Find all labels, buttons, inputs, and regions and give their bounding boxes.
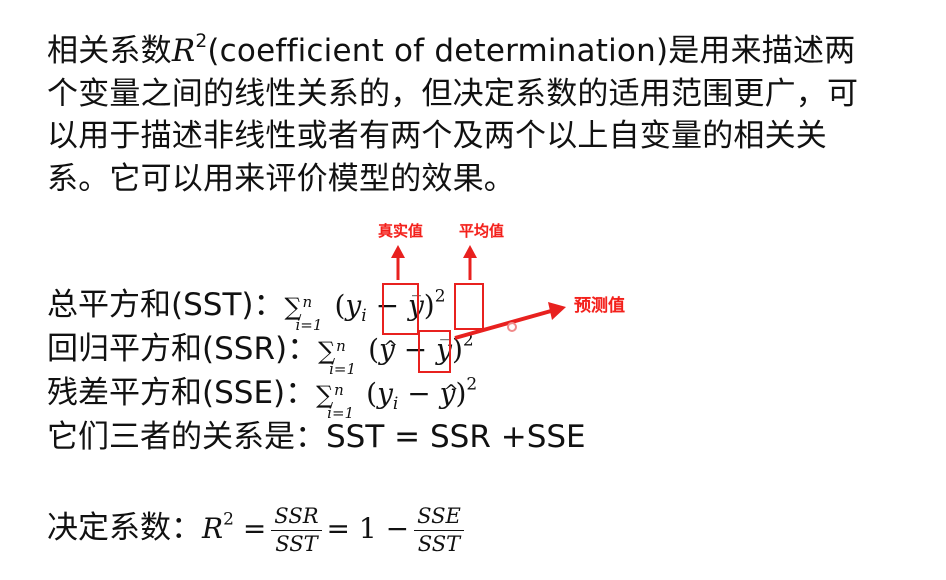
arrow-head [548,302,566,320]
arrow-head [391,245,405,258]
true-value-label: 真实值 [378,222,424,240]
arrow-head [463,245,477,258]
slide: 相关系数R2(coefficient of determination)是用来描… [0,0,946,580]
annotation-arrows [391,245,566,340]
predicted-value-label: 预测值 [574,296,625,316]
cursor-dot [507,322,517,332]
mean-value-label: 平均值 [459,222,505,240]
arrow-to-predicted-value [454,309,552,340]
